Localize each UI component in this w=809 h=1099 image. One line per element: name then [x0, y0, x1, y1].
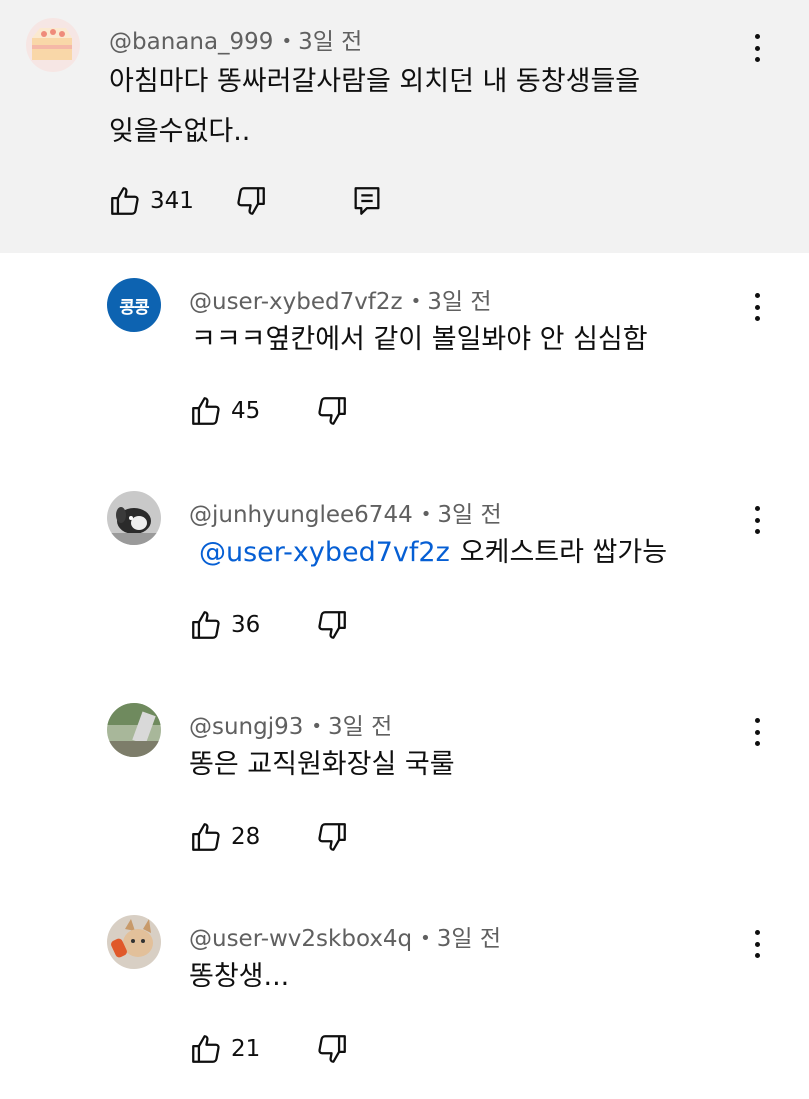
like-count: 36 — [231, 612, 261, 638]
reply-icon — [354, 187, 380, 215]
reply-comment: @user-wv2skbox4q • 3일 전 똥창생... 21 — [0, 891, 809, 1099]
separator-dot: • — [420, 928, 431, 949]
comment-actions: 28 — [189, 817, 389, 857]
more-icon-dot — [754, 45, 760, 51]
photo-icon — [107, 703, 161, 757]
more-options-button[interactable] — [747, 712, 767, 752]
thumbs-up-icon — [111, 187, 139, 215]
comment-text: @user-xybed7vf2z 오케스트라 쌉가능 — [199, 528, 667, 578]
like-button[interactable]: 36 — [189, 605, 260, 645]
avatar-initials: 콩콩 — [107, 278, 161, 332]
comment-text-line: 아침마다 똥싸러갈사람을 외치던 내 동창생들을 — [109, 66, 641, 97]
comment-meta: @user-wv2skbox4q • 3일 전 — [189, 919, 501, 953]
thumbs-up-icon — [192, 823, 220, 851]
more-icon-dot — [754, 304, 760, 310]
more-icon-dot — [754, 293, 760, 298]
thumbs-down-icon — [318, 611, 346, 639]
thumbs-up-icon — [192, 611, 220, 639]
like-button[interactable]: 28 — [189, 817, 260, 857]
reply-button[interactable] — [350, 181, 384, 221]
dislike-button[interactable] — [315, 605, 349, 645]
like-button[interactable]: 341 — [108, 181, 194, 221]
more-icon-dot — [754, 941, 760, 947]
cake-avatar[interactable] — [26, 18, 80, 72]
more-options-button[interactable] — [747, 500, 767, 540]
avatar[interactable]: 콩콩 — [107, 278, 161, 332]
like-button[interactable]: 21 — [189, 1029, 260, 1069]
thumbs-down-icon — [237, 187, 265, 215]
more-options-button[interactable] — [747, 287, 767, 327]
timestamp: 3일 전 — [328, 714, 393, 740]
timestamp: 3일 전 — [437, 502, 502, 528]
like-count: 341 — [150, 188, 194, 214]
more-icon-dot — [754, 506, 760, 511]
comment-meta: @banana_999 • 3일 전 — [109, 22, 362, 56]
comment-text: 똥창생... — [189, 961, 290, 992]
timestamp: 3일 전 — [436, 926, 502, 952]
more-icon-dot — [754, 57, 760, 62]
thumbs-up-icon — [192, 1035, 220, 1063]
more-icon-dot — [754, 718, 760, 723]
reply-comment: @junhyunglee6744 • 3일 전 @user-xybed7vf2z 오케… — [0, 467, 809, 679]
dog-icon — [107, 491, 161, 545]
mention-link[interactable]: @user-xybed7vf2z — [199, 537, 450, 568]
more-options-button[interactable] — [747, 28, 767, 68]
dislike-button[interactable] — [315, 817, 349, 857]
author-handle[interactable]: @junhyunglee6744 — [189, 502, 413, 528]
more-icon-dot — [754, 316, 760, 321]
dog-avatar[interactable] — [107, 491, 161, 545]
comment-meta: @sungj93 • 3일 전 — [189, 707, 392, 741]
cat-icon — [107, 915, 161, 969]
comment-text: 아침마다 똥싸러갈사람을 외치던 내 동창생들을 잊을수없다.. — [109, 57, 640, 157]
more-icon-dot — [754, 953, 760, 958]
timestamp: 3일 전 — [427, 289, 492, 315]
more-icon-dot — [754, 930, 760, 935]
author-handle[interactable]: @user-wv2skbox4q — [189, 926, 412, 952]
timestamp: 3일 전 — [298, 29, 363, 55]
like-button[interactable]: 45 — [189, 391, 260, 431]
separator-dot: • — [420, 504, 432, 525]
reply-comment: 콩콩 @user-xybed7vf2z • 3일 전 ㅋㅋㅋ옆칸에서 같이 볼일봐야… — [0, 253, 809, 467]
comment-actions: 21 — [189, 1029, 389, 1069]
more-options-button[interactable] — [747, 924, 767, 964]
thumbs-up-icon — [192, 397, 220, 425]
thumbs-down-icon — [318, 1035, 346, 1063]
cake-icon — [26, 18, 80, 72]
more-icon-dot — [754, 529, 760, 534]
thumbs-down-icon — [318, 823, 346, 851]
more-icon-dot — [754, 741, 760, 746]
comment-text-line: 잊을수없다.. — [109, 116, 251, 147]
comment-meta: @user-xybed7vf2z • 3일 전 — [189, 282, 492, 316]
comment-actions: 45 — [189, 391, 389, 431]
more-icon-dot — [754, 729, 760, 735]
comment-actions: 36 — [189, 605, 389, 645]
separator-dot: • — [311, 716, 323, 737]
dislike-button[interactable] — [315, 1029, 349, 1069]
cat-avatar[interactable] — [107, 915, 161, 969]
more-icon-dot — [754, 34, 760, 39]
photo-avatar[interactable] — [107, 703, 161, 757]
like-count: 28 — [231, 824, 261, 850]
author-handle[interactable]: @banana_999 — [109, 29, 273, 55]
comment-text: ㅋㅋㅋ옆칸에서 같이 볼일봐야 안 심심함 — [191, 324, 648, 355]
author-handle[interactable]: @user-xybed7vf2z — [189, 289, 403, 315]
comment-body: 오케스트라 쌉가능 — [459, 537, 668, 568]
thumbs-down-icon — [318, 397, 346, 425]
comment-meta: @junhyunglee6744 • 3일 전 — [189, 495, 502, 529]
comment-text: 똥은 교직원화장실 국룰 — [189, 749, 455, 780]
dislike-button[interactable] — [315, 391, 349, 431]
comment-actions: 341 — [108, 181, 408, 221]
like-count: 45 — [231, 398, 261, 424]
dislike-button[interactable] — [234, 181, 268, 221]
more-icon-dot — [754, 517, 760, 523]
author-handle[interactable]: @sungj93 — [189, 714, 303, 740]
separator-dot: • — [410, 291, 422, 312]
parent-comment: @banana_999 • 3일 전 아침마다 똥싸러갈사람을 외치던 내 동창생들… — [0, 0, 809, 253]
like-count: 21 — [231, 1036, 261, 1062]
separator-dot: • — [281, 31, 293, 52]
reply-comment: @sungj93 • 3일 전 똥은 교직원화장실 국룰 28 — [0, 679, 809, 891]
